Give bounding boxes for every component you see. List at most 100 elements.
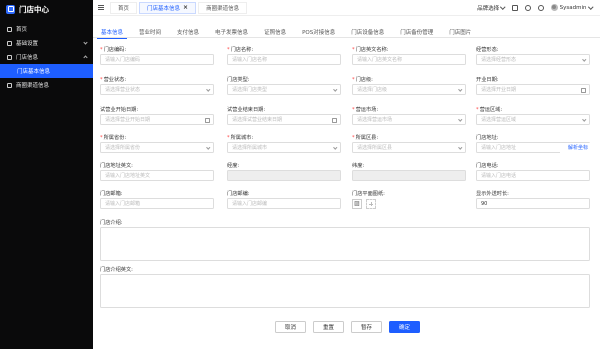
- field-business-status: *营业状态: 请选择营业状态: [100, 76, 214, 95]
- intro-textarea[interactable]: [100, 227, 590, 261]
- save-draft-button[interactable]: 暂存: [351, 321, 382, 333]
- confirm-button[interactable]: 确定: [389, 321, 420, 333]
- address-input[interactable]: 请输入门店地址 解析坐标: [476, 142, 590, 154]
- field-label: 门店级:: [355, 77, 373, 83]
- field-open-date: 开业日期: 请选择开业日期: [476, 76, 590, 95]
- field-label: 营业状态:: [103, 77, 127, 83]
- city-select[interactable]: 请选择所属城市: [227, 142, 341, 153]
- region-select[interactable]: 请选择营运区域: [476, 114, 590, 125]
- sidebar-item-channel-info[interactable]: 商圈渠道信息: [0, 78, 93, 92]
- avatar: [550, 4, 558, 11]
- chevron-down-icon: [457, 87, 462, 92]
- subtab-devices[interactable]: 门店设备信息: [343, 26, 392, 38]
- subtabs: 基本信息 营业时间 支付信息 电子发票信息 证照信息 POS对接信息 门店设备信…: [93, 26, 600, 39]
- app-title: 门店中心: [19, 4, 49, 14]
- field-label: 门店邮编:: [227, 191, 250, 197]
- field-label: 所属省份:: [103, 135, 127, 141]
- intro-en-textarea[interactable]: [100, 274, 590, 308]
- reset-button[interactable]: 重置: [313, 321, 344, 333]
- province-select[interactable]: 请选择所属省份: [100, 142, 214, 153]
- tab-channel-info[interactable]: 商圈渠道信息: [198, 1, 248, 14]
- tab-home[interactable]: 首页: [110, 1, 138, 14]
- store-name-input[interactable]: 请输入门店名称: [227, 54, 341, 65]
- market-select[interactable]: 请选择营运市场: [352, 114, 466, 125]
- field-label: 门店介绍英文:: [100, 267, 133, 273]
- field-label: 门店编码:: [103, 47, 127, 53]
- cancel-button[interactable]: 取消: [275, 321, 306, 333]
- store-code-input[interactable]: 请输入门店编码: [100, 54, 214, 65]
- form-actions: 取消 重置 暂存 确定: [275, 321, 420, 333]
- chevron-up-icon: [83, 55, 88, 60]
- field-city: *所属城市: 请选择所属城市: [227, 134, 341, 153]
- tasks-icon[interactable]: [511, 4, 518, 11]
- sidebar-item-store-basic-info[interactable]: 门店基本信息: [0, 64, 93, 78]
- field-label: 开业日期:: [476, 77, 499, 83]
- subtab-pos[interactable]: POS对接信息: [294, 26, 343, 38]
- business-form-select[interactable]: 请选择经营形态: [476, 54, 590, 65]
- field-label: 试营业开始日期:: [100, 107, 139, 113]
- sidebar-item-basic-settings[interactable]: 基础设置: [0, 36, 93, 50]
- field-label: 营运区域:: [479, 107, 503, 113]
- field-intro: 门店介绍:: [100, 219, 590, 261]
- topbar-right: 品牌选择 Sysadmin: [477, 4, 600, 12]
- menu-toggle-icon[interactable]: [98, 5, 108, 10]
- field-label: 门店地址英文:: [100, 163, 133, 169]
- tab-label: 门店基本信息: [147, 5, 181, 12]
- subtab-payment[interactable]: 支付信息: [169, 26, 207, 38]
- trial-end-picker[interactable]: 请选择试营业结束日期: [227, 114, 341, 125]
- field-label: 门店名称:: [230, 47, 254, 53]
- subtab-license[interactable]: 证照信息: [256, 26, 294, 38]
- field-floorplan: 门店平面图纸: ▨: [352, 190, 385, 209]
- close-icon[interactable]: ×: [183, 4, 188, 11]
- field-email: 门店邮箱: 请输入门店邮箱: [100, 190, 214, 209]
- field-region: *营运区域: 请选择营运区域: [476, 106, 590, 125]
- store-level-select[interactable]: 请选择门店级: [352, 84, 466, 95]
- bell-icon[interactable]: [524, 4, 531, 11]
- sidebar-item-label: 门店信息: [16, 55, 39, 61]
- business-status-select[interactable]: 请选择营业状态: [100, 84, 214, 95]
- trial-start-picker[interactable]: 请选择营业开始日期: [100, 114, 214, 125]
- subtab-basic-info[interactable]: 基本信息: [93, 26, 131, 39]
- open-date-picker[interactable]: 请选择开业日期: [476, 84, 590, 95]
- field-label: 门店类型:: [227, 77, 250, 83]
- store-type-select[interactable]: 请选择门店类型: [227, 84, 341, 95]
- store-name-en-input[interactable]: 请输入门店英文名称: [352, 54, 466, 65]
- postcode-input[interactable]: 请输入门店邮编: [227, 198, 341, 209]
- chevron-down-icon: [205, 145, 210, 150]
- subtab-backup[interactable]: 门店备份管理: [392, 26, 441, 38]
- chevron-down-icon: [581, 57, 586, 62]
- chevron-down-icon: [581, 117, 586, 122]
- district-select[interactable]: 请选择所属区县: [352, 142, 466, 153]
- parse-coordinates-link[interactable]: 解析坐标: [560, 143, 590, 154]
- field-label: 经营形态:: [476, 47, 499, 53]
- user-menu[interactable]: Sysadmin: [550, 4, 592, 11]
- calendar-icon: [205, 118, 210, 123]
- field-label: 营运市场:: [355, 107, 379, 113]
- email-input[interactable]: 请输入门店邮箱: [100, 198, 214, 209]
- phone-input[interactable]: 请输入门店电话: [476, 170, 590, 181]
- sidebar-item-store-info[interactable]: 门店信息: [0, 50, 93, 64]
- help-icon[interactable]: [537, 4, 544, 11]
- field-label: 显示外送时长:: [476, 191, 509, 197]
- sidebar-item-label: 商圈渠道信息: [16, 83, 50, 89]
- chevron-down-icon: [205, 87, 210, 92]
- field-label: 纬度:: [352, 163, 365, 169]
- chevron-down-icon: [332, 145, 337, 150]
- sidebar-item-home[interactable]: 首页: [0, 22, 93, 36]
- image-thumbnail-icon[interactable]: ▨: [352, 198, 362, 209]
- subtab-business-hours[interactable]: 营业时间: [131, 26, 169, 38]
- sidebar-item-label: 首页: [16, 27, 28, 33]
- tab-store-basic-info[interactable]: 门店基本信息 ×: [139, 1, 197, 14]
- address-en-input[interactable]: 请输入门店地址英文: [100, 170, 214, 181]
- field-market: *营运市场: 请选择营运市场: [352, 106, 466, 125]
- add-image-icon[interactable]: [366, 198, 376, 209]
- subtab-e-invoice[interactable]: 电子发票信息: [207, 26, 256, 38]
- tab-label: 首页: [118, 5, 130, 12]
- field-store-name: *门店名称: 请输入门店名称: [227, 46, 341, 65]
- subtab-images[interactable]: 门店图片: [441, 26, 479, 38]
- delivery-time-input[interactable]: 90: [476, 198, 590, 209]
- field-longitude: 经度:: [227, 162, 341, 181]
- org-select[interactable]: 品牌选择: [477, 4, 505, 12]
- latitude-input: [352, 170, 466, 181]
- username: Sysadmin: [559, 4, 587, 11]
